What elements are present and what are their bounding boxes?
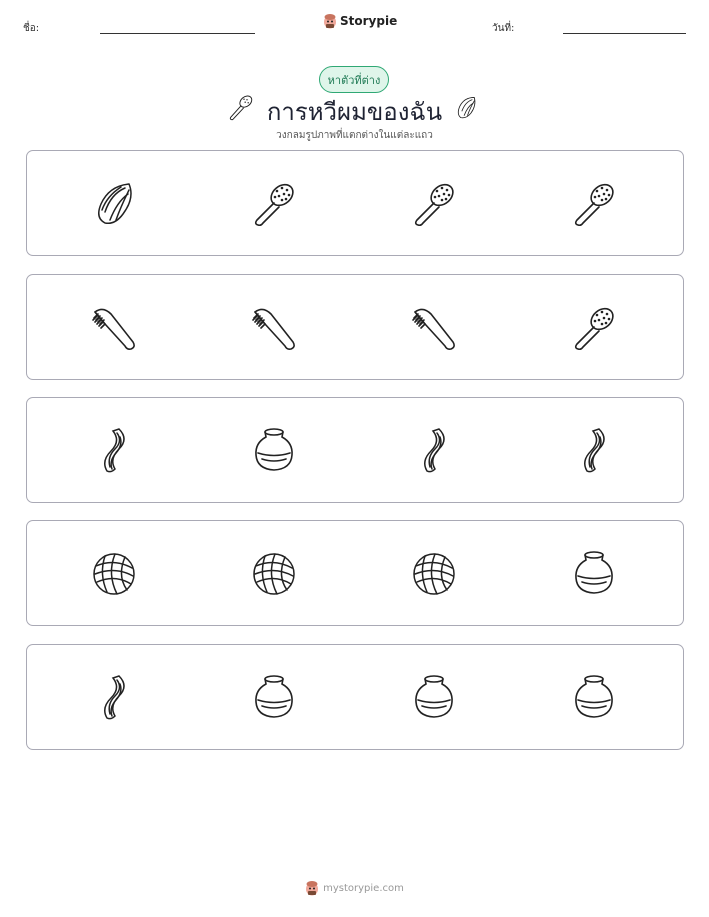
jar-icon[interactable] (249, 425, 299, 475)
yarn-ball-icon[interactable] (249, 548, 299, 598)
brand-name: Storypie (340, 14, 398, 28)
name-field[interactable] (100, 33, 255, 34)
name-label: ชื่อ: (23, 23, 40, 34)
jar-icon[interactable] (569, 548, 619, 598)
comb-icon[interactable] (249, 302, 299, 352)
row-2 (26, 274, 684, 380)
storypie-mascot-icon (324, 14, 336, 29)
hairbrush-icon[interactable] (249, 178, 299, 228)
jar-icon[interactable] (409, 672, 459, 722)
jar-icon[interactable] (249, 672, 299, 722)
row-5 (26, 644, 684, 750)
row-3 (26, 397, 684, 503)
activity-badge: หาตัวที่ต่าง (319, 66, 389, 93)
hairbrush-icon[interactable] (569, 178, 619, 228)
hairbrush-icon[interactable] (409, 178, 459, 228)
worksheet-title: การหวีผมของฉัน (266, 98, 443, 126)
row-4 (26, 520, 684, 626)
hair-lock-icon[interactable] (91, 178, 141, 228)
hair-strand-icon[interactable] (89, 672, 139, 722)
row-1 (26, 150, 684, 256)
hair-strand-icon[interactable] (409, 425, 459, 475)
hair-lock-icon (453, 92, 481, 122)
jar-icon[interactable] (569, 672, 619, 722)
yarn-ball-icon[interactable] (409, 548, 459, 598)
hair-strand-icon[interactable] (89, 425, 139, 475)
yarn-ball-icon[interactable] (89, 548, 139, 598)
footer: mystorypie.com (0, 880, 709, 896)
date-field[interactable] (563, 33, 686, 34)
hairbrush-icon[interactable] (569, 302, 619, 352)
date-label: วันที่: (492, 23, 515, 34)
hair-strand-icon[interactable] (569, 425, 619, 475)
comb-icon[interactable] (409, 302, 459, 352)
worksheet-instructions: วงกลมรูปภาพที่แตกต่างในแต่ละแถว (276, 130, 433, 141)
footer-url[interactable]: mystorypie.com (323, 883, 404, 894)
comb-icon[interactable] (89, 302, 139, 352)
storypie-mascot-icon (306, 881, 319, 896)
brand-logo: Storypie (323, 13, 397, 29)
